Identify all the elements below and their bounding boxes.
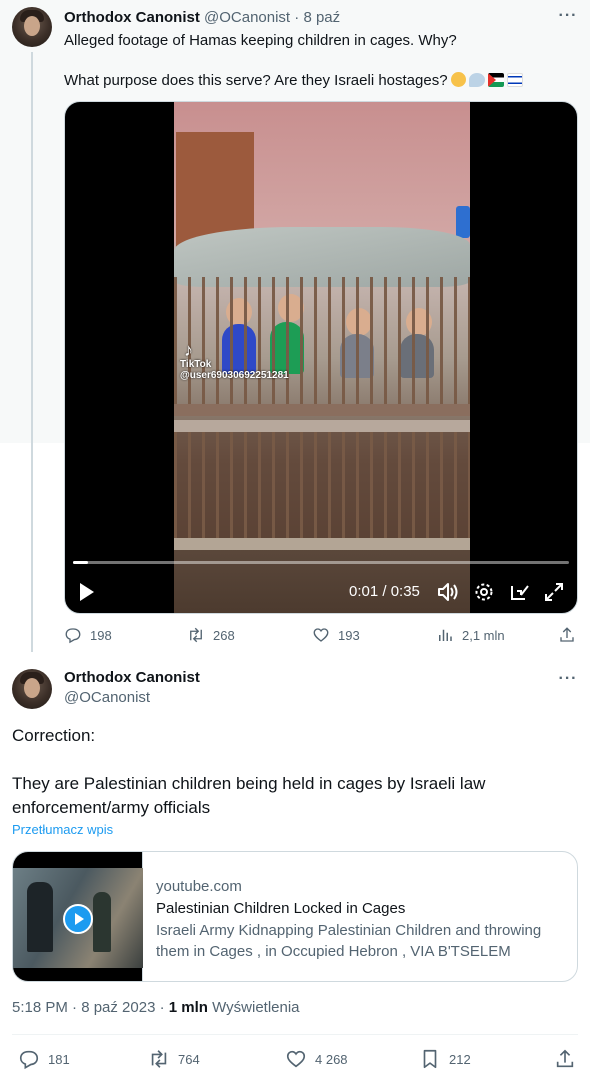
like-button[interactable]: 4 268 [285, 1048, 348, 1070]
heart-icon [286, 1050, 306, 1068]
video-progress-fill [73, 561, 88, 564]
header-separator: · [294, 9, 300, 26]
tweet-text-question: What purpose does this serve? Are they I… [64, 72, 448, 89]
tweet-text-line-with-emojis: What purpose does this serve? Are they I… [64, 71, 564, 91]
tweet-text-line: Alleged footage of Hamas keeping childre… [64, 32, 457, 49]
fullscreen-icon[interactable] [543, 580, 565, 604]
repost-button[interactable]: 268 [187, 626, 235, 644]
video-time: 0:01 / 0:35 [349, 583, 420, 600]
more-options-icon[interactable]: ··· [558, 8, 578, 30]
views-count: 2,1 mln [462, 627, 505, 643]
reply-count: 181 [48, 1051, 70, 1067]
video-player[interactable]: ♪ TikTok @user69030692251281 0:01 / 0:35 [64, 101, 578, 614]
bookmark-button[interactable]: 212 [419, 1048, 471, 1070]
reply-icon [19, 1050, 39, 1070]
repost-button[interactable]: 764 [148, 1048, 200, 1070]
author-name[interactable]: Orthodox Canonist [64, 669, 200, 686]
like-count: 4 268 [315, 1051, 348, 1067]
thought-balloon-icon [468, 73, 485, 87]
avatar[interactable] [12, 7, 52, 47]
author-name[interactable]: Orthodox Canonist [64, 9, 200, 26]
card-thumbnail [13, 852, 143, 981]
reply-icon [65, 628, 81, 644]
israel-flag-icon [506, 73, 523, 87]
thread-connector-line [31, 52, 33, 652]
card-domain: youtube.com [156, 878, 242, 895]
reply-count: 198 [90, 627, 112, 643]
views-label: Wyświetlenia [212, 999, 300, 1016]
views-count: 1 mln [168, 999, 208, 1016]
play-icon [63, 904, 93, 934]
share-button[interactable] [558, 626, 576, 644]
repost-icon [190, 627, 202, 643]
play-icon[interactable] [79, 580, 95, 604]
card-title: Palestinian Children Locked in Cages [156, 900, 406, 917]
share-button[interactable] [554, 1048, 576, 1070]
tiktok-watermark-logo: TikTok [180, 359, 212, 370]
avatar[interactable] [12, 669, 52, 709]
like-button[interactable]: 193 [312, 626, 360, 644]
card-description: Israeli Army Kidnapping Palestinian Chil… [156, 922, 542, 960]
tweet-text-line: They are Palestinian children being held… [12, 774, 486, 817]
share-icon [556, 1049, 574, 1068]
tweet-header: Orthodox Canonist @OCanonist · 8 paź [64, 9, 340, 26]
picture-in-picture-icon[interactable] [509, 580, 531, 604]
divider [12, 1034, 578, 1035]
tweet-timestamp[interactable]: 5:18 PM · 8 paź 2023 · 1 mln Wyświetleni… [12, 999, 300, 1016]
more-options-icon[interactable]: ··· [558, 671, 578, 693]
reply-button[interactable]: 181 [18, 1048, 70, 1070]
repost-count: 268 [213, 627, 235, 643]
settings-gear-icon[interactable] [473, 580, 495, 604]
bookmark-icon [423, 1049, 437, 1069]
tweet-text-line: Correction: [12, 726, 96, 745]
views-bar-chart-icon [439, 629, 452, 641]
views-button[interactable]: 2,1 mln [436, 626, 505, 644]
tweet-date[interactable]: 8 paź [303, 9, 340, 26]
link-preview-card[interactable]: youtube.com Palestinian Children Locked … [12, 851, 578, 982]
volume-icon[interactable] [437, 580, 459, 604]
author-handle[interactable]: @OCanonist [64, 689, 150, 706]
tiktok-watermark: TikTok @user69030692251281 [180, 359, 289, 381]
tweet-text: Correction: They are Palestinian childre… [12, 724, 572, 820]
author-handle[interactable]: @OCanonist [204, 9, 290, 26]
tiktok-watermark-user: @user69030692251281 [180, 370, 289, 381]
thinking-face-icon [450, 72, 466, 87]
repost-icon [151, 1050, 167, 1068]
repost-count: 764 [178, 1051, 200, 1067]
reply-button[interactable]: 198 [64, 626, 112, 644]
translate-post-link[interactable]: Przetłumacz wpis [12, 822, 113, 837]
timestamp-text[interactable]: 5:18 PM · 8 paź 2023 · [12, 999, 169, 1016]
bookmark-count: 212 [449, 1051, 471, 1067]
heart-icon [313, 628, 329, 642]
like-count: 193 [338, 627, 360, 643]
share-icon [560, 627, 574, 642]
video-frame: ♪ TikTok @user69030692251281 [174, 102, 470, 613]
palestine-flag-icon [487, 73, 504, 87]
tweet-text: Alleged footage of Hamas keeping childre… [64, 31, 564, 91]
video-progress-bar[interactable] [73, 561, 569, 564]
tiktok-watermark-icon: ♪ [184, 340, 193, 360]
